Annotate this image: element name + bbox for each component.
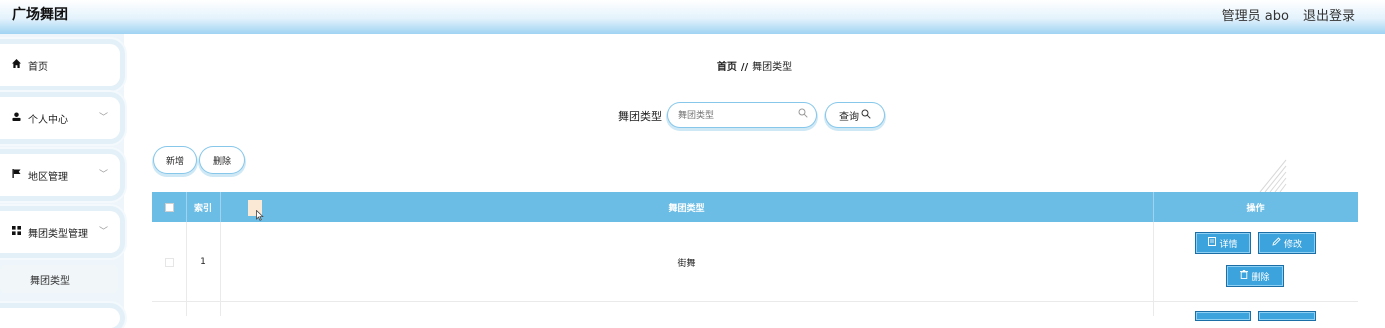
table-row (152, 302, 1358, 321)
sidebar-item-next[interactable] (0, 308, 120, 328)
edit-button[interactable] (1258, 311, 1316, 321)
sidebar-subitem-label: 舞团类型 (30, 275, 70, 287)
row-index: 1 (200, 257, 206, 267)
user-area: 管理员 abo 退出登录 (1222, 5, 1355, 24)
detail-button[interactable]: 详情 (1195, 232, 1251, 254)
query-button-label: 查询 (839, 111, 859, 123)
sidebar-item-dance-type-management[interactable]: 舞团类型管理 ﹀ (0, 211, 120, 253)
sidebar-item-personal-center[interactable]: 个人中心 ﹀ (0, 97, 120, 139)
breadcrumb-home[interactable]: 首页 (717, 62, 737, 73)
chevron-down-icon: ﹀ (98, 227, 108, 237)
flag-icon (12, 169, 24, 181)
breadcrumb: 首页//舞团类型 (124, 58, 1385, 73)
app-title: 广场舞团 (12, 7, 68, 23)
sidebar-item-label: 舞团类型管理 (28, 228, 88, 240)
detail-button[interactable] (1195, 311, 1251, 321)
home-icon (12, 59, 24, 71)
row-dance-type: 街舞 (677, 258, 696, 269)
delete-button[interactable]: 删除 (200, 147, 244, 173)
row-checkbox[interactable] (164, 257, 174, 267)
row-checkbox-cell (152, 222, 186, 302)
query-button[interactable]: 查询 (826, 103, 884, 127)
table-row: 1 街舞 详情 修改 删除 (152, 222, 1358, 302)
trash-icon (1240, 270, 1249, 282)
column-header-actions: 操作 (1246, 203, 1265, 214)
sidebar-item-region-management[interactable]: 地区管理 ﹀ (0, 154, 120, 196)
mouse-pointer-icon (256, 209, 264, 224)
data-table: 索引 舞团类型 操作 1 街舞 详情 修改 删除 (152, 192, 1358, 321)
row-delete-button[interactable]: 删除 (1226, 265, 1284, 287)
delete-button-label: 删除 (212, 156, 231, 167)
grid-icon (12, 226, 24, 238)
add-button-label: 新增 (165, 156, 184, 167)
document-icon (1208, 237, 1217, 249)
search-field[interactable] (668, 103, 816, 127)
search-input[interactable] (678, 105, 798, 127)
table-header: 索引 舞团类型 操作 (152, 192, 1358, 222)
detail-button-label: 详情 (1219, 239, 1238, 250)
edit-button-label: 修改 (1283, 239, 1302, 250)
user-icon (12, 112, 24, 124)
select-all-checkbox[interactable] (164, 202, 174, 212)
breadcrumb-separator: // (740, 62, 749, 73)
select-all-cell (152, 192, 186, 222)
edit-button[interactable]: 修改 (1258, 232, 1316, 254)
user-name[interactable]: 管理员 abo (1222, 5, 1289, 24)
row-delete-button-label: 删除 (1251, 272, 1270, 283)
add-button[interactable]: 新增 (154, 147, 196, 173)
top-bar: 广场舞团 管理员 abo 退出登录 (0, 0, 1385, 34)
pencil-icon (1272, 237, 1281, 249)
sidebar-item-label: 地区管理 (28, 171, 68, 183)
chevron-down-icon: ﹀ (98, 170, 108, 180)
chevron-down-icon: ﹀ (98, 113, 108, 123)
search-icon (798, 108, 808, 121)
search-icon (861, 109, 871, 122)
search-label: 舞团类型 (618, 110, 662, 123)
sidebar-item-label: 个人中心 (28, 114, 68, 126)
logout-link[interactable]: 退出登录 (1303, 5, 1355, 24)
main-content: 首页//舞团类型 舞团类型 查询 新增 删除 索引 舞团 (124, 34, 1385, 321)
column-header-dance-type[interactable]: 舞团类型 (220, 192, 1153, 222)
decorative-hatch-graphic (1259, 159, 1287, 193)
column-header-index[interactable]: 索引 (186, 192, 220, 222)
sidebar: 首页 个人中心 ﹀ 地区管理 ﹀ 舞团类型管理 ﹀ 舞团类型 (0, 34, 124, 328)
breadcrumb-current: 舞团类型 (752, 62, 793, 73)
sidebar-item-label: 首页 (28, 61, 48, 73)
sidebar-item-home[interactable]: 首页 (0, 44, 120, 86)
sidebar-subitem-dance-type[interactable]: 舞团类型 (0, 265, 118, 293)
